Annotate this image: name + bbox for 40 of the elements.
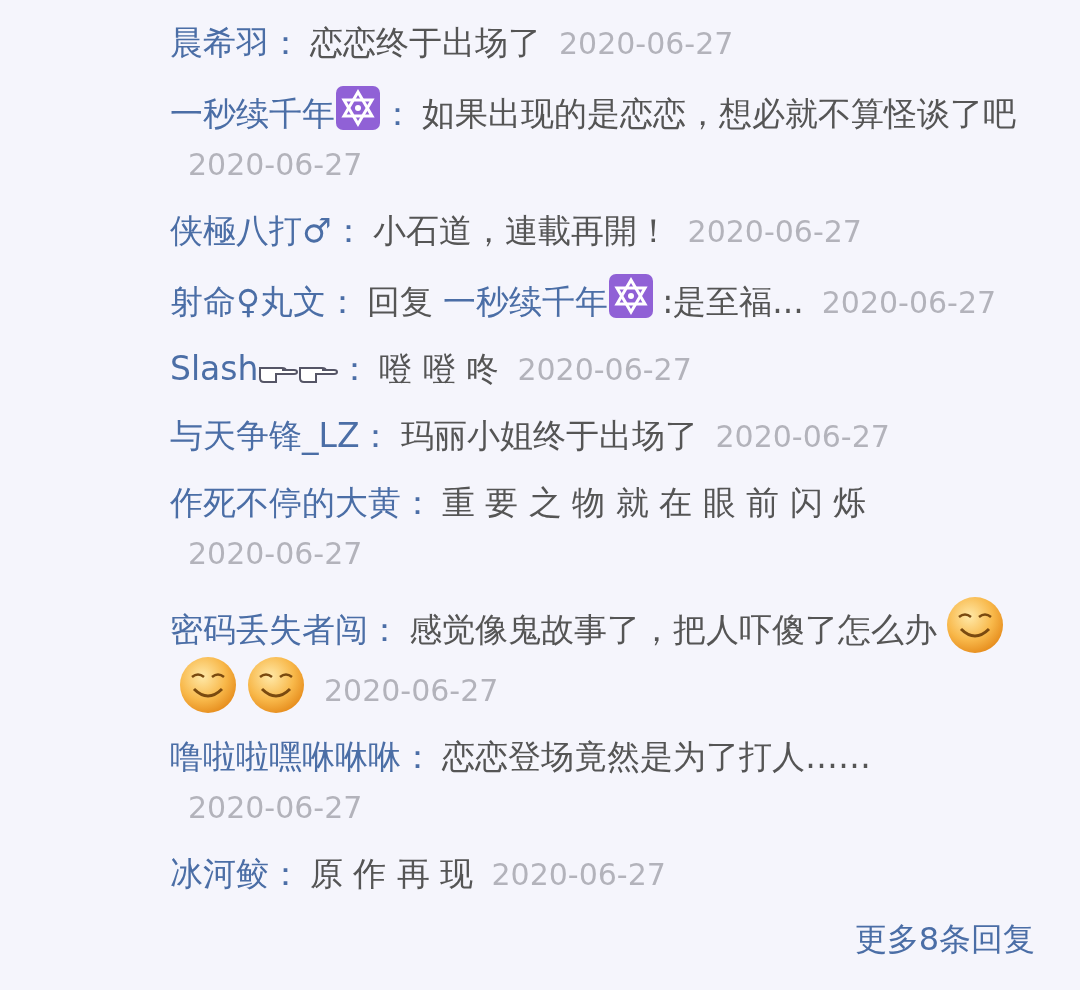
- comment-date: 2020-06-27: [715, 419, 890, 454]
- user-name[interactable]: ：: [338, 349, 372, 388]
- mention-link[interactable]: 一秒续千年: [443, 282, 609, 321]
- comment-date: 2020-06-27: [517, 352, 692, 387]
- comment-date: 2020-06-27: [491, 857, 666, 892]
- user-name[interactable]: 密码丢失者闯：: [170, 610, 401, 649]
- user-name[interactable]: ：: [381, 94, 414, 133]
- user-name[interactable]: 侠極八打♂：: [170, 211, 365, 250]
- user-name[interactable]: 与天争锋_LZ：: [170, 416, 393, 455]
- comment-date: 2020-06-27: [687, 214, 862, 249]
- user-name[interactable]: Slash: [170, 349, 259, 388]
- comment-date: 2020-06-27: [324, 673, 499, 708]
- smiley-icon: [178, 655, 238, 715]
- comment-text: 恋恋登场竟然是为了打人……: [442, 737, 871, 776]
- comment-text: 回复: [367, 282, 434, 321]
- comment-date: 2020-06-27: [188, 790, 363, 825]
- user-name[interactable]: 射命♀丸文：: [170, 282, 360, 321]
- more-replies-link[interactable]: 更多8条回复: [854, 918, 1035, 962]
- comment-text: 噔 噔 咚: [379, 349, 500, 388]
- user-name[interactable]: 噜啦啦嘿咻咻咻：: [170, 737, 434, 776]
- comment-text: 玛丽小姐终于出场了: [400, 416, 698, 455]
- star-emoji-icon: [335, 85, 381, 131]
- comment-text: 原 作 再 现: [310, 854, 474, 893]
- comment-text: 重 要 之 物 就 在 眼 前 闪 烁: [442, 483, 867, 522]
- comment-text: :是至福...: [662, 282, 804, 321]
- user-name[interactable]: 作死不停的大黄：: [170, 483, 434, 522]
- user-name[interactable]: 一秒续千年: [170, 94, 335, 133]
- comment-date: 2020-06-27: [821, 285, 997, 320]
- user-name[interactable]: 冰河鲛：: [170, 854, 302, 893]
- comment-text: 感觉像鬼故事了，把人吓傻了怎么办: [409, 610, 937, 649]
- smiley-icon: [945, 595, 1005, 655]
- comment-date: 2020-06-27: [188, 536, 363, 571]
- comment-date: 2020-06-27: [559, 26, 734, 61]
- comment-text: 恋恋终于出场了: [310, 23, 541, 62]
- comment-text: 如果出现的是恋恋，想必就不算怪谈了吧: [422, 94, 1016, 133]
- star-emoji-icon: [608, 273, 655, 319]
- comment-text: 小石道，連載再開！: [372, 211, 670, 250]
- comment-date: 2020-06-27: [188, 147, 363, 182]
- smiley-icon: [246, 655, 306, 715]
- user-name[interactable]: 晨希羽：: [170, 23, 302, 62]
